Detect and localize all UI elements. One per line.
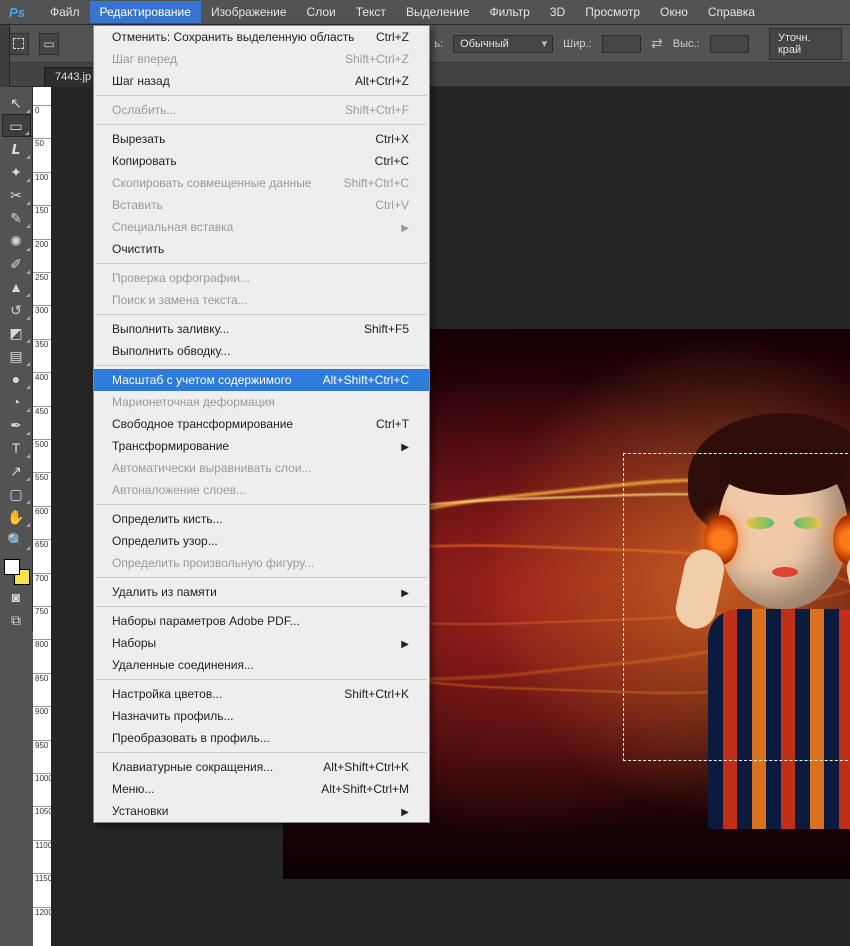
menu-item[interactable]: Выполнить обводку... (94, 340, 429, 362)
height-label: Выс.: (673, 38, 700, 50)
style-label: ь: (434, 38, 443, 50)
menu-item[interactable]: Наборы параметров Adobe PDF... (94, 610, 429, 632)
menu-item: Автоналожение слоев... (94, 479, 429, 501)
menubar-item-слои[interactable]: Слои (297, 1, 346, 23)
pen-tool[interactable]: ✒ (2, 413, 31, 436)
menu-item[interactable]: Выполнить заливку...Shift+F5 (94, 318, 429, 340)
document-tab-label: 7443.jp (55, 71, 91, 83)
clone-stamp-tool[interactable]: ▲ (2, 275, 31, 298)
style-select[interactable]: Обычный (453, 35, 553, 53)
marquee-new-icon[interactable]: ▭ (39, 33, 60, 55)
menu-item[interactable]: Клавиатурные сокращения...Alt+Shift+Ctrl… (94, 756, 429, 778)
menu-item: Ослабить...Shift+Ctrl+F (94, 99, 429, 121)
lasso-tool[interactable]: 𝙇 (2, 137, 31, 160)
menu-item[interactable]: Отменить: Сохранить выделенную областьCt… (94, 26, 429, 48)
menu-item: Шаг впередShift+Ctrl+Z (94, 48, 429, 70)
menubar-item-просмотр[interactable]: Просмотр (575, 1, 650, 23)
menu-item[interactable]: Удаленные соединения... (94, 654, 429, 676)
dodge-tool[interactable]: ◔ (2, 390, 31, 413)
width-label: Шир.: (563, 38, 591, 50)
menu-item: Автоматически выравнивать слои... (94, 457, 429, 479)
brush-tool[interactable]: ✐ (2, 252, 31, 275)
menu-item[interactable]: ВырезатьCtrl+X (94, 128, 429, 150)
app-logo: Ps (4, 3, 30, 21)
type-tool[interactable]: T (2, 436, 31, 459)
menu-item[interactable]: Преобразовать в профиль... (94, 727, 429, 749)
marquee-tool[interactable]: ▭ (2, 114, 31, 137)
menubar-item-3d[interactable]: 3D (540, 1, 575, 23)
hand-tool[interactable]: ✋ (2, 505, 31, 528)
history-brush-tool[interactable]: ↺ (2, 298, 31, 321)
width-input[interactable] (602, 35, 641, 53)
refine-edge-button[interactable]: Уточн. край (769, 28, 842, 60)
menu-item[interactable]: Назначить профиль... (94, 705, 429, 727)
menu-item: Марионеточная деформация (94, 391, 429, 413)
menu-item[interactable]: Настройка цветов...Shift+Ctrl+K (94, 683, 429, 705)
blur-tool[interactable]: ● (2, 367, 31, 390)
menu-item[interactable]: Определить узор... (94, 530, 429, 552)
move-tool[interactable]: ↖ (2, 91, 31, 114)
eyedropper-tool[interactable]: ✎ (2, 206, 31, 229)
menubar: Ps ФайлРедактированиеИзображениеСлоиТекс… (0, 0, 850, 25)
color-swatches[interactable] (2, 557, 30, 585)
menu-item: Проверка орфографии... (94, 267, 429, 289)
menu-item: Поиск и замена текста... (94, 289, 429, 311)
panel-collapse-grip[interactable] (0, 25, 10, 87)
screen-mode-tool[interactable]: ⧉ (2, 608, 31, 631)
tool-preset-picker[interactable] (8, 33, 29, 55)
menu-item[interactable]: Трансформирование▶ (94, 435, 429, 457)
vertical-ruler: 0501001502002503003504004505005506006507… (33, 87, 51, 946)
menu-item: Определить произвольную фигуру... (94, 552, 429, 574)
healing-brush-tool[interactable]: ✺ (2, 229, 31, 252)
menu-item[interactable]: Шаг назадAlt+Ctrl+Z (94, 70, 429, 92)
zoom-tool[interactable]: 🔍 (2, 528, 31, 551)
menu-item[interactable]: Очистить (94, 238, 429, 260)
menu-item: ВставитьCtrl+V (94, 194, 429, 216)
crop-tool[interactable]: ✂ (2, 183, 31, 206)
menubar-item-окно[interactable]: Окно (650, 1, 698, 23)
menubar-item-выделение[interactable]: Выделение (396, 1, 480, 23)
menu-item[interactable]: Удалить из памяти▶ (94, 581, 429, 603)
height-input[interactable] (710, 35, 749, 53)
menu-item[interactable]: Меню...Alt+Shift+Ctrl+M (94, 778, 429, 800)
gradient-tool[interactable]: ▤ (2, 344, 31, 367)
toolbox: ↖▭𝙇✦✂✎✺✐▲↺◩▤●◔✒T↗▢✋🔍 ◙⧉ (0, 87, 33, 631)
magic-wand-tool[interactable]: ✦ (2, 160, 31, 183)
menubar-item-фильтр[interactable]: Фильтр (480, 1, 540, 23)
menubar-item-файл[interactable]: Файл (40, 1, 90, 23)
edit-menu: Отменить: Сохранить выделенную областьCt… (93, 25, 430, 823)
menu-item: Специальная вставка▶ (94, 216, 429, 238)
eraser-tool[interactable]: ◩ (2, 321, 31, 344)
menu-item[interactable]: Масштаб с учетом содержимогоAlt+Shift+Ct… (94, 369, 429, 391)
path-select-tool[interactable]: ↗ (2, 459, 31, 482)
menubar-item-справка[interactable]: Справка (698, 1, 765, 23)
menu-item[interactable]: Определить кисть... (94, 508, 429, 530)
menu-item[interactable]: Наборы▶ (94, 632, 429, 654)
menubar-item-изображение[interactable]: Изображение (201, 1, 297, 23)
quick-mask-tool[interactable]: ◙ (2, 585, 31, 608)
menubar-item-редактирование[interactable]: Редактирование (90, 1, 201, 23)
menu-item[interactable]: Установки▶ (94, 800, 429, 822)
swap-wh-icon[interactable]: ⇄ (651, 35, 663, 52)
menu-item: Скопировать совмещенные данныеShift+Ctrl… (94, 172, 429, 194)
selection-marquee[interactable] (623, 453, 850, 761)
shape-tool[interactable]: ▢ (2, 482, 31, 505)
menubar-item-текст[interactable]: Текст (346, 1, 396, 23)
menu-item[interactable]: Свободное трансформированиеCtrl+T (94, 413, 429, 435)
menu-item[interactable]: КопироватьCtrl+C (94, 150, 429, 172)
